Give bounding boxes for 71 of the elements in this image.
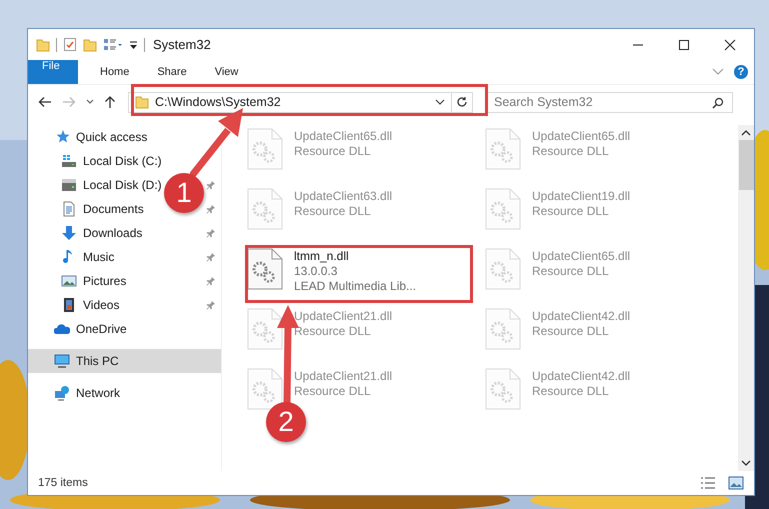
large-icons-view-icon[interactable] (728, 476, 744, 490)
star-icon (54, 129, 70, 145)
scroll-up-icon[interactable] (741, 129, 751, 136)
recent-dropdown-icon[interactable] (86, 99, 94, 105)
checklist-icon[interactable] (63, 37, 77, 52)
pin-icon[interactable] (206, 252, 216, 262)
file-detail: Resource DLL (532, 384, 610, 398)
sidebar-item[interactable]: Local Disk (D:) (61, 173, 162, 197)
file-detail: Resource DLL (294, 144, 372, 158)
drive-icon (61, 177, 77, 193)
file-detail: 13.0.0.3 (294, 264, 338, 278)
help-button[interactable]: ? (734, 65, 748, 79)
sidebar-item[interactable]: Network (28, 381, 221, 405)
pin-icon[interactable] (206, 276, 216, 286)
downloads-icon (61, 225, 77, 241)
file-detail: Resource DLL (294, 204, 372, 218)
close-icon[interactable] (724, 38, 736, 50)
pc-icon (54, 353, 70, 369)
documents-icon (61, 201, 77, 217)
sidebar-item[interactable]: Music (61, 245, 114, 269)
refresh-button[interactable] (451, 92, 473, 112)
scrollbar-thumb[interactable] (738, 140, 754, 190)
dropdown-icon[interactable] (435, 99, 445, 105)
file-detail: Resource DLL (294, 324, 372, 338)
sidebar-item[interactable]: Videos (61, 293, 120, 317)
drive-win-icon (61, 153, 77, 169)
pin-icon[interactable] (206, 228, 216, 238)
file-detail: Resource DLL (532, 264, 610, 278)
folder-icon[interactable] (36, 38, 50, 52)
address-field[interactable]: C:\Windows\System32 (128, 92, 452, 112)
pin-icon[interactable] (206, 180, 216, 190)
forward-icon[interactable] (62, 96, 76, 108)
back-icon[interactable] (38, 96, 52, 108)
sidebar-item[interactable]: Documents (61, 197, 144, 221)
item-count: 175 items (38, 477, 88, 489)
sidebar-item[interactable]: Quick access (28, 125, 221, 149)
folder-icon (135, 96, 149, 108)
expand-ribbon-icon[interactable] (712, 68, 724, 76)
up-icon[interactable] (104, 95, 116, 109)
sidebar-item[interactable]: Downloads (61, 221, 142, 245)
scrollbar[interactable] (738, 125, 754, 471)
ribbon-tab[interactable]: Home (86, 60, 144, 84)
file-detail: LEAD Multimedia Lib... (294, 279, 416, 293)
scroll-down-icon[interactable] (741, 460, 751, 467)
pin-icon[interactable] (206, 204, 216, 214)
file-gear-icon[interactable] (246, 247, 284, 291)
file-detail: Resource DLL (532, 204, 610, 218)
dropdown-icon[interactable] (129, 40, 138, 50)
ribbon-tab[interactable]: Share (143, 60, 201, 84)
sidebar-item[interactable]: This PC (28, 349, 221, 373)
refresh-icon (456, 96, 468, 108)
file-detail: Resource DLL (532, 324, 610, 338)
file-detail: Resource DLL (532, 144, 610, 158)
sidebar-item[interactable]: Pictures (61, 269, 126, 293)
search-field[interactable]: Search System32 (485, 92, 733, 112)
view-icon[interactable] (103, 38, 123, 52)
network-icon (54, 385, 70, 401)
ribbon-tab[interactable]: File (28, 60, 78, 84)
folder-icon[interactable] (83, 38, 97, 52)
maximize-icon[interactable] (678, 38, 690, 50)
ribbon-tab[interactable]: View (200, 60, 252, 84)
details-view-icon[interactable] (700, 476, 716, 490)
file-name[interactable]: ltmm_n.dll (294, 249, 416, 263)
pin-icon[interactable] (206, 300, 216, 310)
window-title: System32 (153, 37, 211, 52)
sidebar-item[interactable]: OneDrive (28, 317, 221, 341)
search-icon[interactable] (712, 96, 724, 108)
file-detail: Resource DLL (294, 384, 372, 398)
pictures-icon (61, 273, 77, 289)
sidebar-item[interactable]: Local Disk (C:) (61, 149, 162, 173)
videos-icon (61, 297, 77, 313)
